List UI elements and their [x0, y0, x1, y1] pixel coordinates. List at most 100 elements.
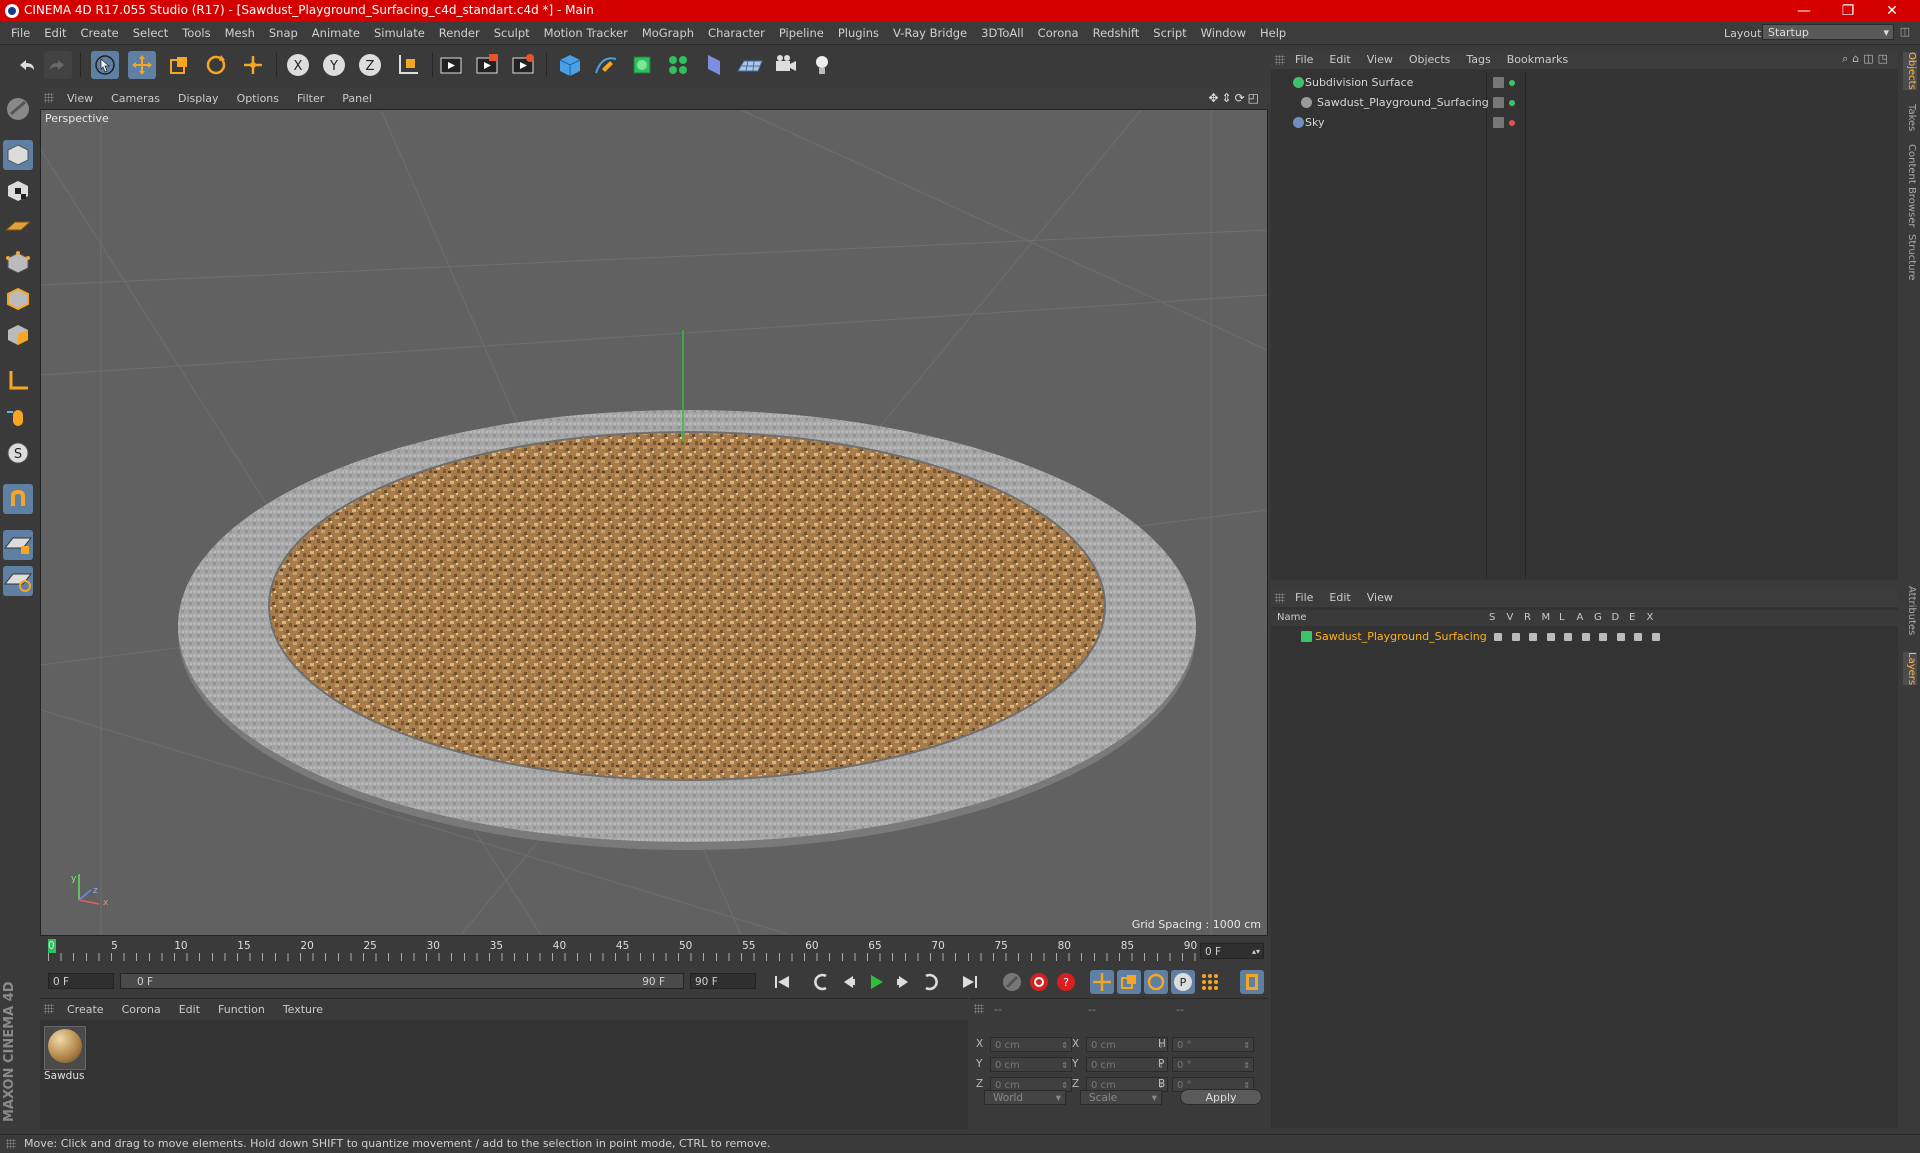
timeline-ruler[interactable]: 0 5 10 15 20 25 30 35 40 45 50 55 60 65 70 75 80 85 90 0 F… — [40, 937, 1268, 965]
layer-flag-icon[interactable] — [1651, 633, 1660, 641]
x-axis-lock-icon[interactable]: X — [284, 51, 312, 79]
menu-create[interactable]: Create — [74, 22, 126, 44]
menu-simulate[interactable]: Simulate — [367, 22, 432, 44]
menu-snap[interactable]: Snap — [262, 22, 305, 44]
layer-flag-icon[interactable] — [1581, 633, 1590, 641]
menu-script[interactable]: Script — [1146, 22, 1193, 44]
material-menu-function[interactable]: Function — [209, 1001, 274, 1019]
visibility-toggle-icon[interactable] — [1493, 117, 1504, 128]
spinner-icon[interactable]: ⇕ — [1243, 1058, 1250, 1073]
menu-select[interactable]: Select — [126, 22, 175, 44]
render-view-icon[interactable] — [437, 51, 465, 79]
layer-column-m[interactable]: M — [1542, 612, 1551, 623]
coord-field-a-1[interactable]: 0 cm ⇕ — [990, 1057, 1072, 1072]
layer-column-r[interactable]: R — [1524, 612, 1531, 623]
workplane-mode-icon[interactable] — [3, 212, 33, 242]
material-menu-create[interactable]: Create — [58, 1001, 113, 1019]
record-keys-icon[interactable] — [1027, 970, 1051, 994]
menu-file[interactable]: File — [4, 22, 37, 44]
object-menu-objects[interactable]: Objects — [1401, 50, 1459, 69]
layer-flag-icon[interactable] — [1546, 633, 1555, 641]
layer-column-s[interactable]: S — [1489, 612, 1495, 623]
menu-mesh[interactable]: Mesh — [218, 22, 262, 44]
floor-environment-icon[interactable] — [736, 51, 764, 79]
menu-mograph[interactable]: MoGraph — [635, 22, 701, 44]
tweak-mode-icon[interactable] — [3, 402, 33, 432]
menu-tools[interactable]: Tools — [175, 22, 217, 44]
key-pla-icon[interactable] — [1198, 970, 1222, 994]
texture-mode-icon[interactable] — [3, 176, 33, 206]
subdivision-surface-icon[interactable] — [628, 51, 656, 79]
layer-flag-icon[interactable] — [1494, 633, 1502, 641]
object-row-sawdust-playground-surfacing[interactable]: Sawdust_Playground_Surfacing — [1275, 94, 1895, 112]
next-frame-icon[interactable] — [891, 970, 915, 994]
previous-key-icon[interactable] — [810, 970, 834, 994]
light-icon[interactable] — [808, 51, 836, 79]
enable-toggle-icon[interactable] — [1509, 120, 1515, 126]
next-key-icon[interactable] — [918, 970, 942, 994]
previous-frame-icon[interactable] — [837, 970, 861, 994]
layer-column-x[interactable]: X — [1647, 612, 1654, 623]
enable-toggle-icon[interactable] — [1509, 80, 1515, 86]
material-menu-texture[interactable]: Texture — [274, 1001, 332, 1019]
frame-range-slider[interactable]: 0 F 90 F — [120, 973, 684, 989]
keyframe-selection-icon[interactable] — [1000, 970, 1024, 994]
layer-menu-file[interactable]: File — [1287, 588, 1321, 607]
camera-icon[interactable] — [772, 51, 800, 79]
layer-flag-icon[interactable] — [1634, 633, 1642, 641]
menu-corona[interactable]: Corona — [1031, 22, 1086, 44]
layer-column-v[interactable]: V — [1507, 612, 1514, 623]
layout-select[interactable]: Startup ▾ — [1762, 24, 1894, 40]
spinner-icon[interactable]: ▴▾ — [1252, 944, 1260, 960]
menu-edit[interactable]: Edit — [37, 22, 73, 44]
viewport-menu-panel[interactable]: Panel — [333, 88, 381, 109]
right-tab-takes[interactable]: Takes — [1903, 104, 1917, 131]
cube-primitive-icon[interactable] — [556, 51, 584, 79]
viewport-menu-filter[interactable]: Filter — [288, 88, 333, 109]
axis-mode-icon[interactable] — [3, 366, 33, 396]
redo-icon[interactable] — [44, 51, 72, 79]
cloner-mograph-icon[interactable] — [664, 51, 692, 79]
go-to-end-icon[interactable] — [958, 970, 982, 994]
snap-icon[interactable]: S — [3, 438, 33, 468]
z-axis-lock-icon[interactable]: Z — [356, 51, 384, 79]
current-frame-field[interactable]: 0 F ▴▾ — [1200, 943, 1264, 959]
key-scale-icon[interactable] — [1117, 970, 1141, 994]
coord-field-c-1[interactable]: 0 ° ⇕ — [1172, 1057, 1254, 1072]
spinner-icon[interactable]: ⇕ — [1243, 1038, 1250, 1053]
material-menu-corona[interactable]: Corona — [113, 1001, 170, 1019]
object-menu-tags[interactable]: Tags — [1458, 50, 1498, 69]
menu-sculpt[interactable]: Sculpt — [487, 22, 537, 44]
object-menu-file[interactable]: File — [1287, 50, 1321, 69]
edges-mode-icon[interactable] — [3, 284, 33, 314]
undo-icon[interactable] — [12, 51, 40, 79]
panel-close-icon[interactable]: ◫ — [1898, 24, 1912, 40]
material-name[interactable]: Sawdus — [44, 1070, 84, 1082]
layer-row[interactable]: Sawdust_Playground_Surfacing — [1275, 628, 1895, 646]
live-selection-icon[interactable] — [91, 51, 119, 79]
y-axis-lock-icon[interactable]: Y — [320, 51, 348, 79]
minimize-button[interactable]: — — [1782, 0, 1826, 22]
polygons-mode-icon[interactable] — [3, 320, 33, 350]
menu-v-ray-bridge[interactable]: V-Ray Bridge — [886, 22, 974, 44]
layer-column-g[interactable]: G — [1594, 612, 1602, 623]
menu-pipeline[interactable]: Pipeline — [772, 22, 831, 44]
menu-character[interactable]: Character — [701, 22, 772, 44]
coord-field-b-1[interactable]: 0 cm ⇕ — [1086, 1057, 1168, 1072]
layer-column-e[interactable]: E — [1629, 612, 1635, 623]
3d-viewport[interactable]: y x z Perspective Grid Spacing : 1000 cm — [40, 109, 1268, 936]
key-rotation-icon[interactable] — [1144, 970, 1168, 994]
coord-field-a-0[interactable]: 0 cm ⇕ — [990, 1037, 1072, 1052]
start-frame-field[interactable]: 0 F — [48, 973, 114, 989]
key-parameter-icon[interactable]: P — [1171, 970, 1195, 994]
play-icon[interactable] — [864, 970, 888, 994]
visibility-toggle-icon[interactable] — [1493, 97, 1504, 108]
viewport-menu-display[interactable]: Display — [169, 88, 228, 109]
spinner-icon[interactable]: ⇕ — [1061, 1058, 1068, 1073]
layer-flag-icon[interactable] — [1529, 633, 1537, 641]
menu-plugins[interactable]: Plugins — [831, 22, 886, 44]
spinner-icon[interactable]: ⇕ — [1061, 1038, 1068, 1053]
object-menu-edit[interactable]: Edit — [1321, 50, 1358, 69]
move-tool-icon[interactable] — [128, 51, 156, 79]
close-button[interactable]: ✕ — [1870, 0, 1914, 22]
